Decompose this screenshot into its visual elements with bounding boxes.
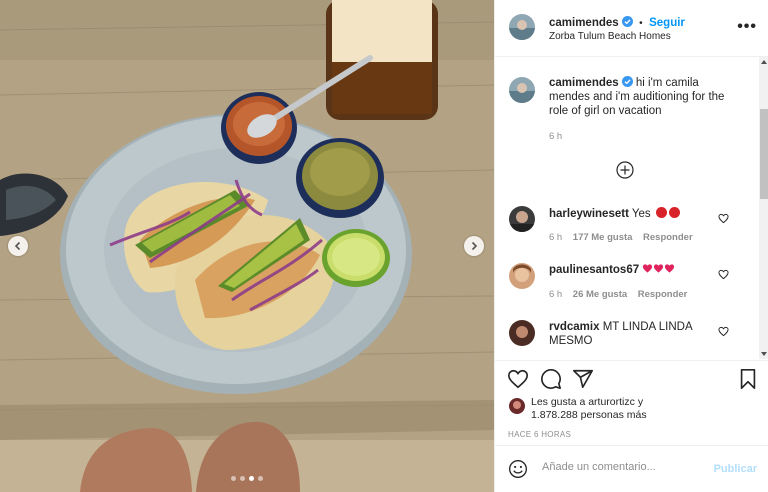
verified-icon (621, 16, 633, 27)
comment: harleywinesett Yes (549, 207, 680, 221)
comment: rvdcamix MT LINDA LINDA MESMO (549, 320, 709, 348)
comment-age: 6 h (549, 289, 563, 300)
chevron-right-icon (471, 241, 478, 251)
scroll-thumb[interactable] (760, 109, 768, 199)
avatar[interactable] (509, 263, 535, 289)
post-photo[interactable] (0, 0, 494, 492)
author-username[interactable]: camimendes (549, 17, 619, 29)
caption-age: 6 h (549, 131, 563, 142)
angry-emoji-icon (655, 207, 667, 218)
comment-username[interactable]: harleywinesett (549, 208, 629, 220)
verified-icon (621, 76, 633, 87)
comment-like-count[interactable]: 26 Me gusta (573, 289, 627, 300)
avatar[interactable] (509, 398, 525, 414)
comments-scrollbar[interactable] (759, 57, 768, 359)
reply-button[interactable]: Responder (638, 289, 688, 300)
carousel-dot (240, 476, 245, 481)
red-heart-icon (654, 264, 664, 273)
comment-username[interactable]: paulinesantos67 (549, 264, 639, 276)
carousel-dot-active (249, 476, 254, 481)
comment-age: 6 h (549, 232, 563, 243)
follow-button[interactable]: Seguir (649, 17, 685, 29)
caption-username[interactable]: camimendes (549, 77, 619, 89)
reply-button[interactable]: Responder (643, 232, 693, 243)
likes-summary: Les gusta a arturortizc y 1.878.288 pers… (531, 396, 647, 422)
comment-icon[interactable] (540, 368, 562, 390)
post-actions: Les gusta a arturortizc y 1.878.288 pers… (495, 360, 768, 491)
likes-user[interactable]: arturortizc (588, 396, 635, 408)
share-icon[interactable] (572, 368, 594, 390)
red-heart-icon (665, 264, 675, 273)
post-timestamp[interactable]: HACE 6 HORAS (508, 430, 571, 439)
more-options-button[interactable]: ••• (737, 18, 757, 36)
avatar[interactable] (509, 320, 535, 346)
separator: • (639, 18, 643, 29)
carousel-dot (258, 476, 263, 481)
comment-like-heart-icon[interactable] (718, 269, 729, 280)
previous-photo-button[interactable] (8, 236, 28, 256)
likes-mid: y (634, 396, 644, 408)
comment-text: Yes (631, 208, 651, 220)
heart-icon[interactable] (507, 368, 529, 390)
emoji-icon[interactable] (508, 459, 528, 479)
avatar[interactable] (509, 206, 535, 232)
angry-emoji-icon (668, 207, 680, 218)
red-heart-icon (643, 264, 653, 273)
comment-input[interactable] (540, 460, 704, 474)
chevron-left-icon (14, 241, 21, 251)
comment-username[interactable]: rvdcamix (549, 321, 600, 333)
comment: paulinesantos67 (549, 263, 675, 277)
likes-prefix: Les gusta a (531, 396, 589, 408)
bookmark-icon[interactable] (738, 368, 758, 390)
post-side-panel: camimendes • Seguir Zorba Tulum Beach Ho… (494, 0, 768, 492)
likes-count[interactable]: 1.878.288 personas más (531, 409, 647, 421)
post-header: camimendes • Seguir Zorba Tulum Beach Ho… (495, 0, 768, 57)
caption: camimendes hi i'm camila mendes and i'm … (549, 76, 735, 118)
next-photo-button[interactable] (464, 236, 484, 256)
scroll-down-arrow[interactable] (761, 352, 767, 356)
scroll-up-arrow[interactable] (761, 60, 767, 64)
comment-like-heart-icon[interactable] (718, 213, 729, 224)
publish-button[interactable]: Publicar (714, 463, 757, 475)
comment-meta: 6 h 26 Me gusta Responder (549, 289, 687, 300)
comment-like-heart-icon[interactable] (718, 326, 729, 337)
comment-meta: 6 h 177 Me gusta Responder (549, 232, 693, 243)
carousel-indicator (231, 476, 263, 481)
avatar[interactable] (509, 77, 535, 103)
carousel-dot (231, 476, 236, 481)
load-more-icon[interactable] (616, 161, 634, 179)
add-comment-bar: Publicar (495, 445, 768, 492)
food-image (0, 0, 494, 492)
comments-list: camimendes hi i'm camila mendes and i'm … (495, 57, 757, 359)
avatar[interactable] (509, 14, 535, 40)
location-link[interactable]: Zorba Tulum Beach Homes (549, 31, 671, 42)
comment-like-count[interactable]: 177 Me gusta (573, 232, 633, 243)
